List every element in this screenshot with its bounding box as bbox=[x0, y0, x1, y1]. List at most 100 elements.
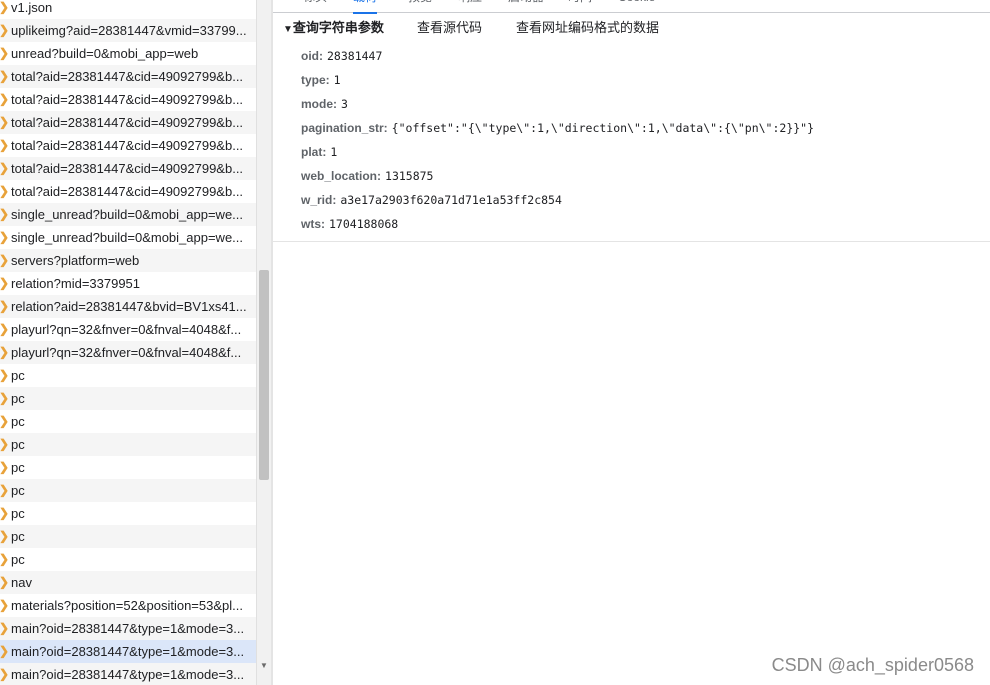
request-name: main?oid=28381447&type=1&mode=3... bbox=[11, 644, 245, 659]
query-params-toggle[interactable]: ▼查询字符串参数 bbox=[283, 12, 384, 46]
xhr-request-icon: ❯ bbox=[0, 345, 10, 359]
param-key: wts: bbox=[301, 217, 325, 231]
query-param: web_location: 1315875 bbox=[301, 164, 814, 188]
query-param: plat: 1 bbox=[301, 140, 814, 164]
request-row[interactable]: ❯ main?oid=28381447&type=1&mode=3... bbox=[0, 663, 256, 685]
xhr-request-icon: ❯ bbox=[0, 644, 10, 658]
xhr-request-icon: ❯ bbox=[0, 23, 10, 37]
request-row[interactable]: ❯ pc bbox=[0, 479, 256, 502]
request-row[interactable]: ❯ total?aid=28381447&cid=49092799&b... bbox=[0, 111, 256, 134]
request-name: main?oid=28381447&type=1&mode=3... bbox=[11, 621, 245, 636]
request-name: total?aid=28381447&cid=49092799&b... bbox=[11, 161, 244, 176]
xhr-request-icon: ❯ bbox=[0, 506, 10, 520]
request-row[interactable]: ❯ servers?platform=web bbox=[0, 249, 256, 272]
xhr-request-icon: ❯ bbox=[0, 92, 10, 106]
request-row[interactable]: ❯ pc bbox=[0, 548, 256, 571]
xhr-request-icon: ❯ bbox=[0, 552, 10, 566]
request-name: relation?aid=28381447&bvid=BV1xs41... bbox=[11, 299, 247, 314]
request-row[interactable]: ❯ playurl?qn=32&fnver=0&fnval=4048&f... bbox=[0, 341, 256, 364]
xhr-request-icon: ❯ bbox=[0, 391, 10, 405]
param-key: w_rid: bbox=[301, 193, 337, 207]
request-row[interactable]: ❯ unread?build=0&mobi_app=web bbox=[0, 42, 256, 65]
request-row[interactable]: ❯ pc bbox=[0, 387, 256, 410]
triangle-down-icon: ▼ bbox=[283, 24, 293, 35]
request-row[interactable]: ❯ main?oid=28381447&type=1&mode=3... bbox=[0, 640, 256, 663]
param-value: {"offset":"{\"type\":1,\"direction\":1,\… bbox=[391, 121, 815, 135]
request-name: main?oid=28381447&type=1&mode=3... bbox=[11, 667, 245, 682]
scrollbar-thumb[interactable] bbox=[259, 270, 269, 480]
xhr-request-icon: ❯ bbox=[0, 529, 10, 543]
query-params-title: 查询字符串参数 bbox=[292, 20, 384, 35]
request-name: total?aid=28381447&cid=49092799&b... bbox=[11, 69, 244, 84]
request-name: playurl?qn=32&fnver=0&fnval=4048&f... bbox=[11, 345, 242, 360]
request-row[interactable]: ❯ relation?mid=3379951 bbox=[0, 272, 256, 295]
tab-6[interactable]: Cookie bbox=[618, 0, 655, 12]
request-name: pc bbox=[11, 460, 25, 475]
request-name: servers?platform=web bbox=[11, 253, 140, 268]
request-row[interactable]: ❯ uplikeimg?aid=28381447&vmid=33799... bbox=[0, 19, 256, 42]
request-name: pc bbox=[11, 483, 25, 498]
request-row[interactable]: ❯ relation?aid=28381447&bvid=BV1xs41... bbox=[0, 295, 256, 318]
request-name: nav bbox=[11, 575, 32, 590]
param-key: plat: bbox=[301, 145, 327, 159]
request-list-scrollbar[interactable]: ▼ bbox=[256, 0, 271, 685]
xhr-request-icon: ❯ bbox=[0, 437, 10, 451]
param-key: oid: bbox=[301, 49, 323, 63]
xhr-request-icon: ❯ bbox=[0, 667, 10, 681]
request-row[interactable]: ❯ single_unread?build=0&mobi_app=we... bbox=[0, 226, 256, 249]
request-row[interactable]: ❯ total?aid=28381447&cid=49092799&b... bbox=[0, 88, 256, 111]
xhr-request-icon: ❯ bbox=[0, 46, 10, 60]
request-name: pc bbox=[11, 368, 25, 383]
payload-section-header: ▼查询字符串参数 查看源代码 查看网址编码格式的数据 bbox=[273, 12, 990, 44]
xhr-request-icon: ❯ bbox=[0, 598, 10, 612]
tab-4[interactable]: 启动器 bbox=[508, 0, 544, 12]
param-value: 1315875 bbox=[385, 169, 434, 183]
xhr-request-icon: ❯ bbox=[0, 368, 10, 382]
request-row[interactable]: ❯ pc bbox=[0, 410, 256, 433]
request-name: total?aid=28381447&cid=49092799&b... bbox=[11, 115, 244, 130]
param-value: 1704188068 bbox=[329, 217, 399, 231]
xhr-request-icon: ❯ bbox=[0, 414, 10, 428]
xhr-request-icon: ❯ bbox=[0, 230, 10, 244]
request-name: pc bbox=[11, 552, 25, 567]
request-row[interactable]: ❯ single_unread?build=0&mobi_app=we... bbox=[0, 203, 256, 226]
view-source-link[interactable]: 查看源代码 bbox=[417, 12, 482, 44]
request-row[interactable]: ❯ materials?position=52&position=53&pl... bbox=[0, 594, 256, 617]
request-name: unread?build=0&mobi_app=web bbox=[11, 46, 199, 61]
request-row[interactable]: ❯ pc bbox=[0, 364, 256, 387]
request-row[interactable]: ❯ pc bbox=[0, 502, 256, 525]
param-key: mode: bbox=[301, 97, 337, 111]
tab-3[interactable]: 响应 bbox=[458, 0, 482, 12]
param-value: 3 bbox=[341, 97, 348, 111]
request-name: pc bbox=[11, 414, 25, 429]
request-row[interactable]: ❯ playurl?qn=32&fnver=0&fnval=4048&f... bbox=[0, 318, 256, 341]
request-row[interactable]: ❯ nav bbox=[0, 571, 256, 594]
request-row[interactable]: ❯ pc bbox=[0, 433, 256, 456]
request-row[interactable]: ❯ v1.json bbox=[0, 0, 256, 19]
xhr-request-icon: ❯ bbox=[0, 299, 10, 313]
request-row[interactable]: ❯ total?aid=28381447&cid=49092799&b... bbox=[0, 157, 256, 180]
request-detail-panel: 标头载荷预览响应启动器时间Cookie ▼查询字符串参数 查看源代码 查看网址编… bbox=[273, 0, 990, 685]
request-row[interactable]: ❯ total?aid=28381447&cid=49092799&b... bbox=[0, 65, 256, 88]
request-row[interactable]: ❯ total?aid=28381447&cid=49092799&b... bbox=[0, 134, 256, 157]
request-name: uplikeimg?aid=28381447&vmid=33799... bbox=[11, 23, 247, 38]
request-row[interactable]: ❯ pc bbox=[0, 525, 256, 548]
xhr-request-icon: ❯ bbox=[0, 253, 10, 267]
request-name: total?aid=28381447&cid=49092799&b... bbox=[11, 138, 244, 153]
request-name: total?aid=28381447&cid=49092799&b... bbox=[11, 184, 244, 199]
tab-5[interactable]: 时间 bbox=[568, 0, 592, 12]
request-row[interactable]: ❯ total?aid=28381447&cid=49092799&b... bbox=[0, 180, 256, 203]
tab-2[interactable]: 预览 bbox=[408, 0, 432, 12]
xhr-request-icon: ❯ bbox=[0, 115, 10, 129]
request-row[interactable]: ❯ pc bbox=[0, 456, 256, 479]
query-param: pagination_str: {"offset":"{\"type\":1,\"… bbox=[301, 116, 814, 140]
request-row[interactable]: ❯ main?oid=28381447&type=1&mode=3... bbox=[0, 617, 256, 640]
xhr-request-icon: ❯ bbox=[0, 621, 10, 635]
tab-0[interactable]: 标头 bbox=[303, 0, 327, 12]
query-param: mode: 3 bbox=[301, 92, 814, 116]
view-url-encoded-link[interactable]: 查看网址编码格式的数据 bbox=[516, 12, 659, 44]
request-name: pc bbox=[11, 391, 25, 406]
xhr-request-icon: ❯ bbox=[0, 276, 10, 290]
scroll-down-arrow-icon[interactable]: ▼ bbox=[259, 661, 269, 673]
param-value: a3e17a2903f620a71d71e1a53ff2c854 bbox=[340, 193, 562, 207]
